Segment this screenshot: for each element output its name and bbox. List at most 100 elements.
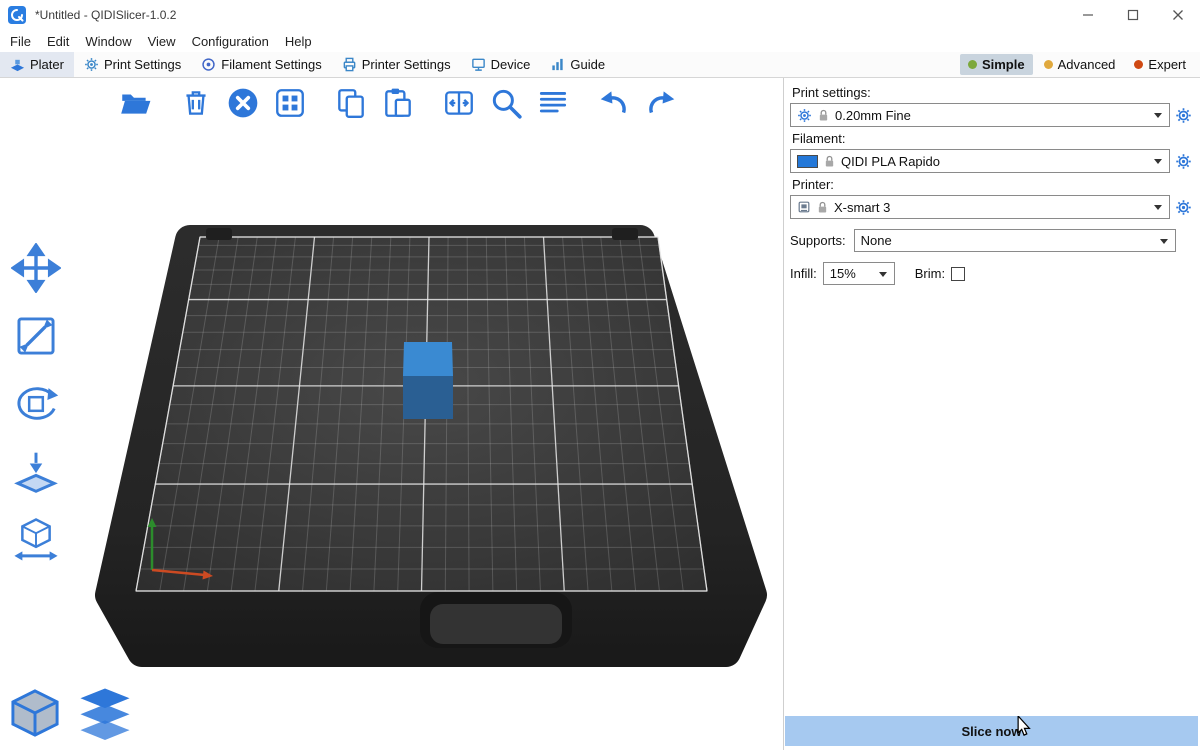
filament-gear-button[interactable] xyxy=(1173,149,1194,173)
supports-label: Supports: xyxy=(790,233,846,248)
printer-combo[interactable]: X-smart 3 xyxy=(790,195,1170,219)
arrange-icon xyxy=(273,86,307,120)
plate-clip-right xyxy=(612,228,638,240)
open-folder-icon xyxy=(118,86,152,120)
chevron-down-icon xyxy=(1160,239,1168,244)
mode-advanced[interactable]: Advanced xyxy=(1036,54,1124,75)
brim-checkbox[interactable] xyxy=(951,267,965,281)
editor-view-button[interactable] xyxy=(6,684,64,742)
layer-list-button[interactable] xyxy=(534,84,572,122)
split-view-button[interactable] xyxy=(440,84,478,122)
layer-list-icon xyxy=(536,86,570,120)
printer-gear-button[interactable] xyxy=(1173,195,1194,219)
mode-label: Simple xyxy=(982,57,1025,72)
window-controls xyxy=(1065,0,1200,30)
move-button[interactable] xyxy=(2,240,70,296)
menu-window[interactable]: Window xyxy=(77,30,139,52)
viewport-toolbar xyxy=(116,84,680,122)
search-button[interactable] xyxy=(487,84,525,122)
scene-3d xyxy=(0,78,783,750)
simple-dot-icon xyxy=(968,60,977,69)
undo-icon xyxy=(597,86,631,120)
open-button[interactable] xyxy=(116,84,154,122)
tray-handle-floor xyxy=(430,604,562,644)
viewport-3d[interactable] xyxy=(0,78,783,750)
supports-combo[interactable]: None xyxy=(854,229,1176,252)
menu-view[interactable]: View xyxy=(140,30,184,52)
plate-clip-left xyxy=(206,228,232,240)
minimize-icon xyxy=(1082,9,1094,21)
undo-button[interactable] xyxy=(595,84,633,122)
tab-label: Print Settings xyxy=(104,57,181,72)
supports-value: None xyxy=(861,233,892,248)
mode-expert[interactable]: Expert xyxy=(1126,54,1194,75)
maximize-button[interactable] xyxy=(1110,0,1155,30)
slice-now-button[interactable]: Slice now xyxy=(785,716,1198,746)
menu-help[interactable]: Help xyxy=(277,30,320,52)
minimize-button[interactable] xyxy=(1065,0,1110,30)
menu-configuration[interactable]: Configuration xyxy=(184,30,277,52)
gear-icon xyxy=(1175,199,1192,216)
infill-combo[interactable]: 15% xyxy=(823,262,895,285)
model-cube[interactable] xyxy=(403,342,453,419)
arrange-button[interactable] xyxy=(271,84,309,122)
qidi-logo-icon xyxy=(8,6,26,24)
delete-all-icon xyxy=(226,86,260,120)
paste-button[interactable] xyxy=(379,84,417,122)
gizmo-toolbar xyxy=(2,240,70,568)
preview-layers-icon xyxy=(78,686,132,740)
chevron-down-icon xyxy=(1154,113,1162,118)
tab-plater[interactable]: Plater xyxy=(0,52,74,77)
tab-printer-settings[interactable]: Printer Settings xyxy=(332,52,461,77)
lock-icon xyxy=(817,201,828,214)
settings-sidebar: Print settings: 0.20mm Fine Filament: QI… xyxy=(783,78,1200,750)
rotate-button[interactable] xyxy=(2,376,70,432)
mode-label: Advanced xyxy=(1058,57,1116,72)
redo-button[interactable] xyxy=(642,84,680,122)
close-button[interactable] xyxy=(1155,0,1200,30)
filament-value: QIDI PLA Rapido xyxy=(841,154,940,169)
titlebar: *Untitled - QIDISlicer-1.0.2 xyxy=(0,0,1200,30)
gear-icon xyxy=(797,108,812,123)
chevron-down-icon xyxy=(1154,159,1162,164)
tab-label: Guide xyxy=(570,57,605,72)
rotate-icon xyxy=(11,379,61,429)
tab-label: Plater xyxy=(30,57,64,72)
scale-button[interactable] xyxy=(2,308,70,364)
copy-icon xyxy=(334,86,368,120)
print-settings-gear-button[interactable] xyxy=(1173,103,1194,127)
filament-combo[interactable]: QIDI PLA Rapido xyxy=(790,149,1170,173)
menu-edit[interactable]: Edit xyxy=(39,30,77,52)
tab-filament-settings[interactable]: Filament Settings xyxy=(191,52,331,77)
mode-label: Expert xyxy=(1148,57,1186,72)
printer-icon xyxy=(342,57,357,72)
gear-icon xyxy=(84,57,99,72)
copy-button[interactable] xyxy=(332,84,370,122)
delete-icon xyxy=(179,86,213,120)
delete-all-button[interactable] xyxy=(224,84,262,122)
delete-button[interactable] xyxy=(177,84,215,122)
place-on-face-button[interactable] xyxy=(2,444,70,500)
infill-value: 15% xyxy=(830,266,856,281)
mode-simple[interactable]: Simple xyxy=(960,54,1033,75)
tab-label: Printer Settings xyxy=(362,57,451,72)
printer-value: X-smart 3 xyxy=(834,200,890,215)
print-settings-label: Print settings: xyxy=(792,85,1194,100)
cube-top-face xyxy=(403,342,453,376)
window-title: *Untitled - QIDISlicer-1.0.2 xyxy=(35,8,1065,22)
tab-device[interactable]: Device xyxy=(461,52,541,77)
filament-spool-icon xyxy=(201,57,216,72)
tab-print-settings[interactable]: Print Settings xyxy=(74,52,191,77)
view-toggle xyxy=(6,684,134,742)
advanced-dot-icon xyxy=(1044,60,1053,69)
menu-file[interactable]: File xyxy=(2,30,39,52)
print-settings-combo[interactable]: 0.20mm Fine xyxy=(790,103,1170,127)
gear-icon xyxy=(1175,107,1192,124)
infill-label: Infill: xyxy=(790,266,817,281)
preview-button[interactable] xyxy=(76,684,134,742)
device-monitor-icon xyxy=(471,57,486,72)
redo-icon xyxy=(644,86,678,120)
tab-guide[interactable]: Guide xyxy=(540,52,615,77)
measure-button[interactable] xyxy=(2,512,70,568)
editor-3d-cube-icon xyxy=(8,686,62,740)
